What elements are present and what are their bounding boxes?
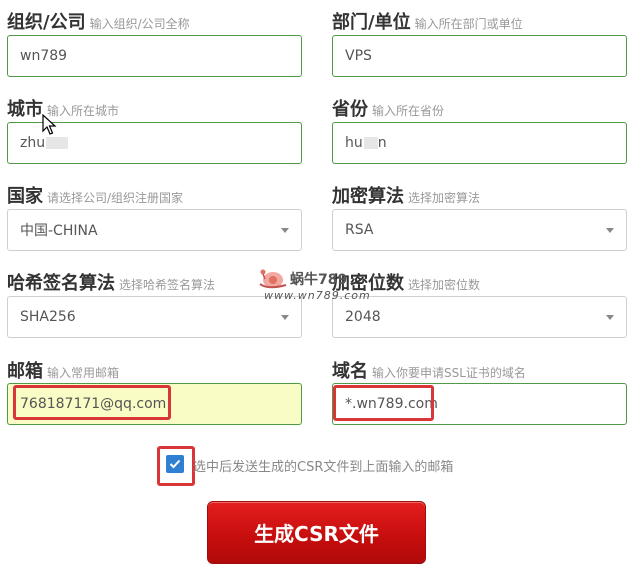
watermark-text: 蜗牛789: [290, 272, 348, 288]
country-label: 国家: [7, 186, 43, 207]
send-email-checkbox[interactable]: [166, 455, 184, 473]
chevron-down-icon: [281, 228, 289, 233]
generate-csr-button[interactable]: 生成CSR文件: [207, 501, 426, 564]
hash-select[interactable]: SHA256: [7, 296, 302, 338]
send-email-label: 选中后发送生成的CSR文件到上面输入的邮箱: [193, 460, 454, 475]
algo-label: 加密算法: [332, 186, 404, 207]
country-select[interactable]: 中国-CHINA: [7, 209, 302, 251]
check-icon: [169, 459, 181, 469]
province-label: 省份: [332, 99, 368, 120]
province-value-tail: n: [377, 135, 387, 151]
algo-select[interactable]: RSA: [332, 209, 627, 251]
org-hint: 输入组织/公司全称: [89, 17, 190, 31]
country-label-row: 国家 请选择公司/组织注册国家: [7, 182, 183, 208]
watermark: 蜗牛789 www.wn789.com: [256, 266, 370, 302]
email-input[interactable]: 768187171@qq.com: [7, 383, 302, 425]
city-label-row: 城市 输入所在城市: [7, 95, 119, 121]
email-label: 邮箱: [7, 361, 43, 382]
watermark-url: www.wn789.com: [264, 289, 371, 302]
chevron-down-icon: [606, 315, 614, 320]
domain-label-row: 域名 输入你要申请SSL证书的域名: [332, 357, 526, 383]
bits-value: 2048: [345, 309, 381, 325]
algo-label-row: 加密算法 选择加密算法: [332, 182, 480, 208]
org-value: wn789: [20, 48, 68, 64]
algo-value: RSA: [345, 222, 374, 238]
country-value: 中国-CHINA: [20, 223, 98, 239]
city-value-blur: [46, 137, 69, 149]
country-hint: 请选择公司/组织注册国家: [47, 191, 184, 205]
province-value: hu: [345, 135, 363, 151]
domain-label: 域名: [332, 361, 368, 382]
email-label-row: 邮箱 输入常用邮箱: [7, 357, 119, 383]
org-input[interactable]: wn789: [7, 35, 302, 77]
province-label-row: 省份 输入所在省份: [332, 95, 444, 121]
province-value-blur: [363, 137, 378, 149]
mouse-cursor-icon: [42, 114, 57, 135]
dept-input[interactable]: VPS: [332, 35, 627, 77]
hash-hint: 选择哈希签名算法: [119, 278, 216, 292]
dept-value: VPS: [345, 48, 372, 64]
dept-label: 部门/单位: [332, 12, 411, 33]
city-label: 城市: [7, 99, 43, 120]
org-label-row: 组织/公司 输入组织/公司全称: [7, 8, 190, 34]
bits-select[interactable]: 2048: [332, 296, 627, 338]
hash-label-row: 哈希签名算法 选择哈希签名算法: [7, 269, 215, 295]
bits-hint: 选择加密位数: [408, 278, 481, 292]
chevron-down-icon: [281, 315, 289, 320]
email-value: 768187171@qq.com: [20, 396, 167, 412]
email-hint: 输入常用邮箱: [47, 366, 120, 380]
domain-input[interactable]: *.wn789.com: [332, 383, 627, 425]
domain-value: *.wn789.com: [345, 396, 438, 412]
algo-hint: 选择加密算法: [408, 191, 481, 205]
hash-label: 哈希签名算法: [7, 273, 115, 294]
domain-hint: 输入你要申请SSL证书的域名: [372, 366, 526, 380]
hash-value: SHA256: [20, 309, 76, 325]
city-value: zhu: [20, 135, 46, 151]
chevron-down-icon: [606, 228, 614, 233]
province-hint: 输入所在省份: [372, 104, 445, 118]
dept-label-row: 部门/单位 输入所在部门或单位: [332, 8, 523, 34]
dept-hint: 输入所在部门或单位: [414, 17, 523, 31]
org-label: 组织/公司: [7, 12, 86, 33]
province-input[interactable]: hu n: [332, 122, 627, 164]
